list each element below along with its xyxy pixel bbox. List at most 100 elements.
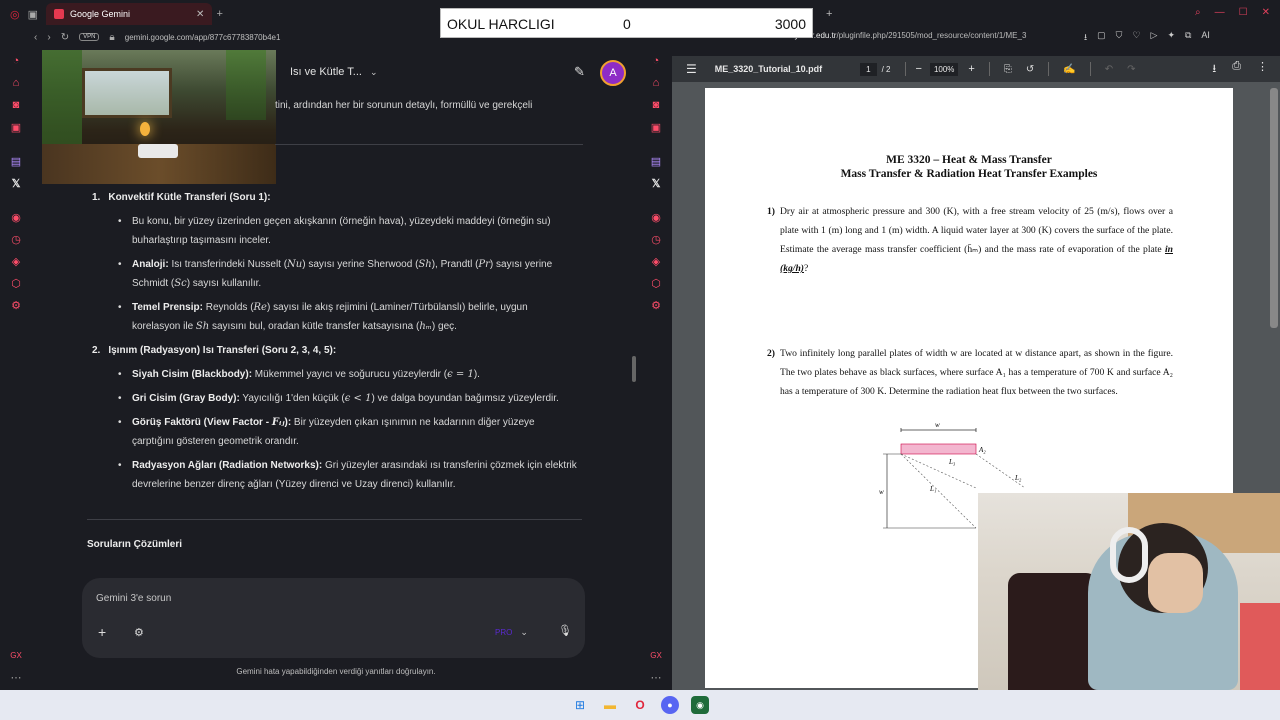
sidebar-player-icon[interactable]: ◉ [640,206,672,228]
sidebar-x-icon[interactable]: 𝕏 [0,172,32,194]
bullet-text: Yayıcılığı 1'den küçük ( [239,393,345,404]
sidebar-x-icon[interactable]: 𝕏 [640,172,672,194]
divider [988,62,990,76]
model-label: PRO [495,628,513,637]
sidebar-more-icon[interactable]: ⋯ [0,671,32,684]
new-tab-icon[interactable]: + [216,8,222,20]
sidebar-speed-icon[interactable]: ◔ [640,50,672,72]
sidebar-speed-icon[interactable]: ◔ [0,50,32,72]
prompt-input[interactable]: Gemini 3'e sorun [96,593,171,604]
sidebar-twitch-icon[interactable]: ▤ [0,150,32,172]
vpn-badge[interactable]: VPN [79,33,100,41]
bullet-text: Isı transferindeki Nusselt ( [168,259,288,270]
tab-google-gemini[interactable]: Google Gemini ✕ [46,3,213,25]
sidebar-cube-icon[interactable]: ⬡ [0,272,32,294]
sidebar-control-icon[interactable]: ◈ [0,250,32,272]
tools-icon[interactable]: ⚙ [134,626,144,639]
annotate-icon[interactable]: ✍ [1063,64,1075,75]
bullet-text: Reynolds ( [202,302,254,313]
menu-icon[interactable]: ☰ [686,62,697,76]
pdf-scrollbar[interactable] [1270,88,1278,328]
scrollbar[interactable] [632,356,636,382]
divider [1048,62,1050,76]
fit-page-icon[interactable]: ⎘ [1004,64,1012,75]
ai-extension-icon[interactable]: ✦ [1167,30,1175,46]
new-tab-icon[interactable]: + [826,8,832,20]
bullet-text: Mükemmel yayıcı ve soğurucu yüzeylerdir … [252,369,448,380]
sidebar-history-icon[interactable]: ◙ [0,94,32,116]
print-icon[interactable]: ⎙ [1232,60,1241,79]
puzzle-icon[interactable]: ⧉ [1185,30,1191,46]
url-field[interactable]: gemini.google.com/app/877c67783870b4e1 [125,33,281,42]
window-controls: ⌕ — ☐ ✕ [1195,7,1270,18]
sidebar-media-icon[interactable]: ▣ [640,116,672,138]
section-1-number: 1. [92,192,101,203]
sidebar-twitch-icon[interactable]: ▤ [640,150,672,172]
sidebar-media-icon[interactable]: ▣ [0,116,32,138]
sidebar-control-icon[interactable]: ◈ [640,250,672,272]
file-explorer-icon[interactable]: ▬ [601,696,619,714]
sidebar-gx-icon[interactable]: ⌂ [0,72,32,94]
sidebar-gx-label: GX [10,651,22,660]
ai-label[interactable]: AI [1201,30,1210,46]
response-content: 1. Konvektif Kütle Transferi (Soru 1): B… [92,188,577,499]
tab-overview-icon[interactable]: ▣ [28,8,38,21]
model-selector[interactable]: PRO ⌄ [495,627,528,638]
shield-icon[interactable]: ⛉ [1116,30,1123,46]
url-field[interactable]: ...yasar.edu.tr/pluginfile.php/291505/mo… [788,31,1026,40]
back-icon[interactable]: ‹ [34,32,37,43]
download-icon[interactable]: ⭳ [1084,30,1087,46]
list-item: Temel Prensip: Reynolds (Re) sayısı ile … [92,298,577,336]
zoom-out-icon[interactable]: − [916,63,922,75]
rotate-icon[interactable]: ↺ [1026,64,1034,75]
bullet-label: Radyasyon Ağları (Radiation Networks): [132,460,323,471]
sidebar-gx-icon[interactable]: ⌂ [640,72,672,94]
app-icon[interactable]: ◉ [691,696,709,714]
reload-icon[interactable]: ↻ [61,32,69,43]
gemini-favicon-icon [54,9,65,19]
discord-icon[interactable]: ● [661,696,679,714]
undo-icon[interactable]: ↶ [1105,64,1113,75]
list-item: Bu konu, bir yüzey üzerinden geçen akışk… [92,212,577,250]
add-attachment-icon[interactable]: + [98,624,106,640]
minimize-icon[interactable]: — [1215,7,1225,18]
zoom-level[interactable]: 100% [929,62,959,76]
label-l2: L₂ [1014,474,1022,482]
redo-icon[interactable]: ↷ [1127,64,1135,75]
opera-menu-icon[interactable]: ◎ [10,8,20,21]
forward-icon[interactable]: › [47,32,50,43]
sidebar-clock-icon[interactable]: ◷ [0,228,32,250]
pdf-toolbar: ☰ ME_3320_Tutorial_10.pdf 1 / 2 − 100% +… [672,56,1280,82]
savings-overlay: OKUL HARCLIGI 0 3000 [440,8,813,38]
snapshot-icon[interactable]: ▢ [1097,30,1106,46]
prompt-input-box[interactable]: Gemini 3'e sorun + ⚙ PRO ⌄ 🎙︎ [82,578,585,658]
sidebar-settings-icon[interactable]: ⚙ [640,294,672,316]
tab-title: Google Gemini [70,9,131,19]
maximize-icon[interactable]: ☐ [1239,7,1248,18]
math-hm: hₘ [419,321,432,332]
opera-gx-icon[interactable]: O [631,696,649,714]
math-re: Re [253,302,267,313]
play-icon[interactable]: ▷ [1151,30,1158,46]
sidebar-more-icon[interactable]: ⋯ [640,671,672,684]
page-number-input[interactable]: 1 [860,62,877,76]
microphone-icon[interactable]: 🎙︎ [558,624,572,637]
sidebar-settings-icon[interactable]: ⚙ [0,294,32,316]
close-window-icon[interactable]: ✕ [1262,7,1270,18]
download-icon[interactable]: ⭳ [1212,60,1216,79]
sidebar-history-icon[interactable]: ◙ [640,94,672,116]
windows-start-icon[interactable]: ⊞ [571,696,589,714]
question-body: Two infinitely long parallel plates of w… [780,348,1173,397]
sidebar-player-icon[interactable]: ◉ [0,206,32,228]
sidebar-clock-icon[interactable]: ◷ [640,228,672,250]
more-options-icon[interactable]: ⋮ [1257,60,1268,79]
search-icon[interactable]: ⌕ [1195,7,1201,18]
section-1-title: 1. Konvektif Kütle Transferi (Soru 1): [92,188,577,207]
math-nu: Nu [287,259,303,270]
left-browser-window: ◎ ▣ Google Gemini ✕ + ‹ › ↻ VPN 🔒︎ gemin… [0,0,640,690]
bookmark-icon[interactable]: ♡ [1132,30,1140,46]
zoom-in-icon[interactable]: + [968,63,974,75]
close-tab-icon[interactable]: ✕ [196,9,204,20]
math-fij: Fᵢⱼ [271,417,285,428]
sidebar-cube-icon[interactable]: ⬡ [640,272,672,294]
